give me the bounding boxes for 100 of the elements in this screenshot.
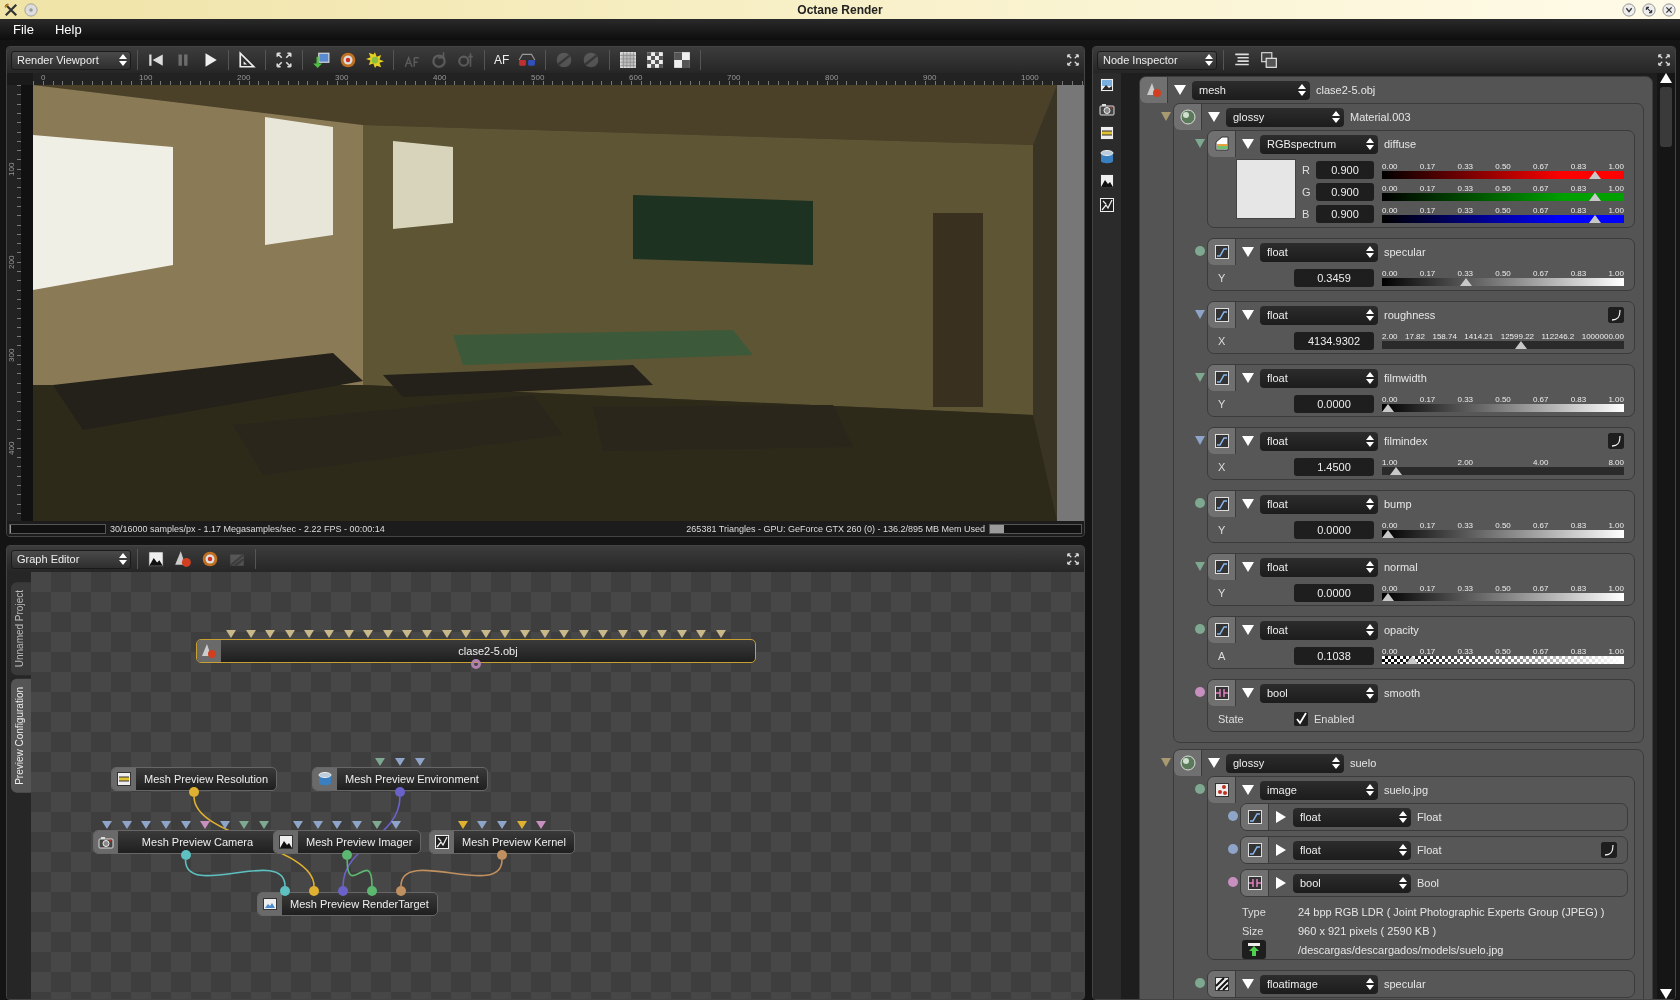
- sun-icon[interactable]: [366, 51, 384, 69]
- skip-start-icon[interactable]: [147, 51, 165, 69]
- connector-pin[interactable]: [1228, 877, 1238, 887]
- slider-track[interactable]: [1382, 278, 1624, 286]
- slider-track[interactable]: [1382, 467, 1624, 475]
- type-dropdown[interactable]: float: [1293, 840, 1411, 860]
- type-dropdown[interactable]: floatimage: [1260, 974, 1378, 994]
- output-pin[interactable]: [189, 787, 200, 797]
- connector-pin[interactable]: [1195, 372, 1205, 382]
- view-selector[interactable]: Render Viewport: [11, 50, 131, 70]
- value-field[interactable]: 0.900: [1316, 183, 1374, 201]
- connector-pin[interactable]: [1161, 757, 1171, 767]
- scroll-thumb[interactable]: [1660, 87, 1672, 147]
- slider-track[interactable]: [1382, 404, 1624, 412]
- curve-icon[interactable]: [1208, 365, 1236, 391]
- curve-icon[interactable]: [1241, 837, 1269, 863]
- expand-toggle[interactable]: [1242, 784, 1254, 796]
- checker-icon[interactable]: [646, 51, 665, 69]
- curve-icon[interactable]: [1208, 491, 1236, 517]
- close-button[interactable]: [1662, 2, 1676, 17]
- type-dropdown[interactable]: float: [1260, 368, 1378, 388]
- slider-thumb[interactable]: [1382, 530, 1394, 538]
- graph-node[interactable]: Mesh Preview Resolution: [111, 767, 278, 791]
- toggle-icon[interactable]: [1208, 680, 1236, 706]
- view-selector[interactable]: Node Inspector: [1097, 50, 1217, 70]
- checkbox[interactable]: [1294, 711, 1308, 726]
- grid-icon[interactable]: [619, 51, 638, 69]
- curve-button[interactable]: [1601, 842, 1617, 858]
- graph-node[interactable]: Mesh Preview Kernel: [429, 830, 575, 854]
- menu-item[interactable]: File: [8, 22, 50, 37]
- slider-thumb[interactable]: [1382, 404, 1394, 412]
- connector-pin[interactable]: [1195, 561, 1205, 571]
- expand-toggle[interactable]: [1242, 498, 1254, 510]
- type-dropdown[interactable]: float: [1260, 620, 1378, 640]
- input-pin[interactable]: [338, 886, 348, 896]
- slider-thumb[interactable]: [1589, 170, 1601, 179]
- graph-node[interactable]: Mesh Preview RenderTarget: [257, 892, 438, 916]
- value-field[interactable]: 0.1038: [1294, 646, 1374, 665]
- fit-arrows-icon[interactable]: [275, 51, 293, 69]
- view-selector[interactable]: Graph Editor: [11, 549, 131, 569]
- connector-pin[interactable]: [1228, 844, 1238, 854]
- curve-button[interactable]: [1608, 433, 1624, 449]
- curve-button[interactable]: [1608, 307, 1624, 323]
- expand-toggle[interactable]: [1242, 624, 1254, 636]
- value-field[interactable]: 0.0000: [1294, 583, 1374, 602]
- expand-toggle[interactable]: [1208, 111, 1220, 123]
- input-pin[interactable]: [396, 886, 406, 896]
- slider-thumb[interactable]: [1405, 656, 1418, 664]
- expand-toggle[interactable]: [1242, 246, 1254, 258]
- menu-item[interactable]: Help: [49, 22, 98, 37]
- toggle-icon[interactable]: [1241, 870, 1269, 896]
- type-dropdown[interactable]: RGBspectrum: [1260, 134, 1378, 154]
- image-icon[interactable]: [1099, 77, 1115, 93]
- connector-pin[interactable]: [1195, 498, 1205, 508]
- af-button[interactable]: AF: [494, 53, 510, 67]
- cylinder-icon[interactable]: [1099, 149, 1115, 165]
- connector-pin[interactable]: [1195, 978, 1205, 988]
- type-dropdown[interactable]: bool: [1293, 873, 1411, 893]
- target-icon[interactable]: [201, 550, 219, 568]
- type-dropdown[interactable]: float: [1260, 242, 1378, 262]
- mountain-icon[interactable]: [147, 550, 165, 568]
- value-field[interactable]: 0.900: [1316, 205, 1374, 223]
- slider-thumb[interactable]: [1382, 593, 1394, 601]
- slider-track[interactable]: [1382, 593, 1624, 601]
- type-dropdown[interactable]: float: [1260, 305, 1378, 325]
- cone-ball-icon[interactable]: [174, 550, 192, 568]
- output-pin[interactable]: [471, 659, 481, 669]
- type-dropdown[interactable]: float: [1260, 494, 1378, 514]
- expand-toggle[interactable]: [1242, 138, 1254, 150]
- maximize-button[interactable]: [1642, 2, 1656, 17]
- stripes-icon[interactable]: [1208, 971, 1236, 997]
- expand-toggle[interactable]: [1208, 757, 1220, 769]
- mountain-icon[interactable]: [1099, 173, 1115, 189]
- color-swatch[interactable]: [1236, 159, 1296, 219]
- windows-icon[interactable]: [1260, 51, 1278, 69]
- output-pin[interactable]: [342, 850, 353, 860]
- type-dropdown[interactable]: mesh: [1192, 80, 1310, 100]
- down-arrow-icon[interactable]: [312, 51, 330, 69]
- value-field[interactable]: 0.0000: [1294, 394, 1374, 413]
- curve-icon[interactable]: [1208, 617, 1236, 643]
- image-icon[interactable]: [1208, 777, 1236, 803]
- value-field[interactable]: 0.0000: [1294, 520, 1374, 539]
- kernel-icon[interactable]: [1099, 197, 1115, 213]
- graph-node[interactable]: Mesh Preview Environment: [312, 767, 488, 791]
- expand-toggle[interactable]: [1275, 877, 1287, 889]
- expand-toggle[interactable]: [1275, 844, 1287, 856]
- type-dropdown[interactable]: glossy: [1226, 753, 1344, 773]
- palette-icon[interactable]: [1208, 131, 1236, 157]
- type-dropdown[interactable]: float: [1260, 557, 1378, 577]
- connector-pin[interactable]: [1161, 111, 1171, 121]
- curve-icon[interactable]: [1241, 804, 1269, 830]
- type-dropdown[interactable]: image: [1260, 780, 1378, 800]
- load-file-button[interactable]: [1242, 940, 1266, 959]
- connector-pin[interactable]: [1195, 435, 1205, 445]
- value-field[interactable]: 0.900: [1316, 161, 1374, 179]
- output-pin[interactable]: [394, 787, 405, 797]
- connector-pin[interactable]: [1195, 138, 1205, 148]
- value-field[interactable]: 4134.9302: [1294, 331, 1374, 350]
- type-dropdown[interactable]: float: [1293, 807, 1411, 827]
- tools-icon[interactable]: [4, 2, 18, 17]
